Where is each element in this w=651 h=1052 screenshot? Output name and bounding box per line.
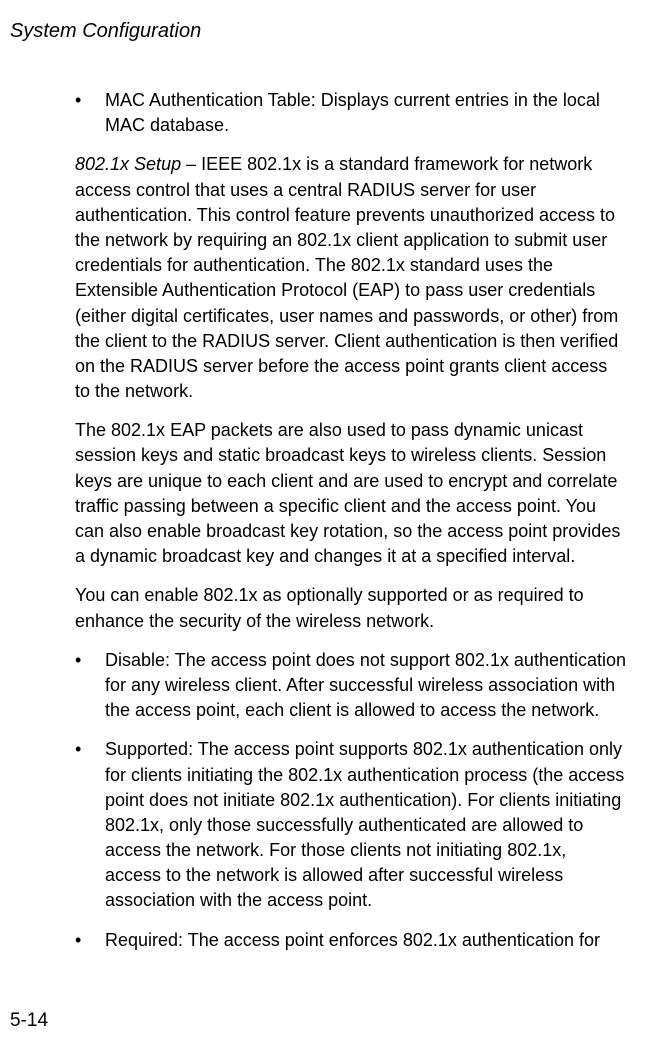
list-item-text: MAC Authentication Table: Displays curre…	[105, 88, 626, 138]
list-item: • Required: The access point enforces 80…	[75, 928, 626, 953]
page-header-title: System Configuration	[10, 20, 641, 43]
bullet-icon: •	[75, 928, 105, 953]
bullet-icon: •	[75, 737, 105, 913]
body-paragraph: 802.1x Setup – IEEE 802.1x is a standard…	[75, 152, 626, 404]
setup-label: 802.1x Setup	[75, 154, 181, 174]
list-item: • Supported: The access point supports 8…	[75, 737, 626, 913]
list-item-text: Required: The access point enforces 802.…	[105, 928, 626, 953]
body-paragraph: You can enable 802.1x as optionally supp…	[75, 583, 626, 633]
list-item: • Disable: The access point does not sup…	[75, 648, 626, 724]
list-item-text: Disable: The access point does not suppo…	[105, 648, 626, 724]
body-paragraph: The 802.1x EAP packets are also used to …	[75, 418, 626, 569]
page-content: • MAC Authentication Table: Displays cur…	[10, 88, 641, 953]
list-item: • MAC Authentication Table: Displays cur…	[75, 88, 626, 138]
bullet-icon: •	[75, 648, 105, 724]
bullet-icon: •	[75, 88, 105, 138]
paragraph-text: – IEEE 802.1x is a standard framework fo…	[75, 154, 618, 401]
page-number: 5-14	[10, 1010, 48, 1032]
list-item-text: Supported: The access point supports 802…	[105, 737, 626, 913]
